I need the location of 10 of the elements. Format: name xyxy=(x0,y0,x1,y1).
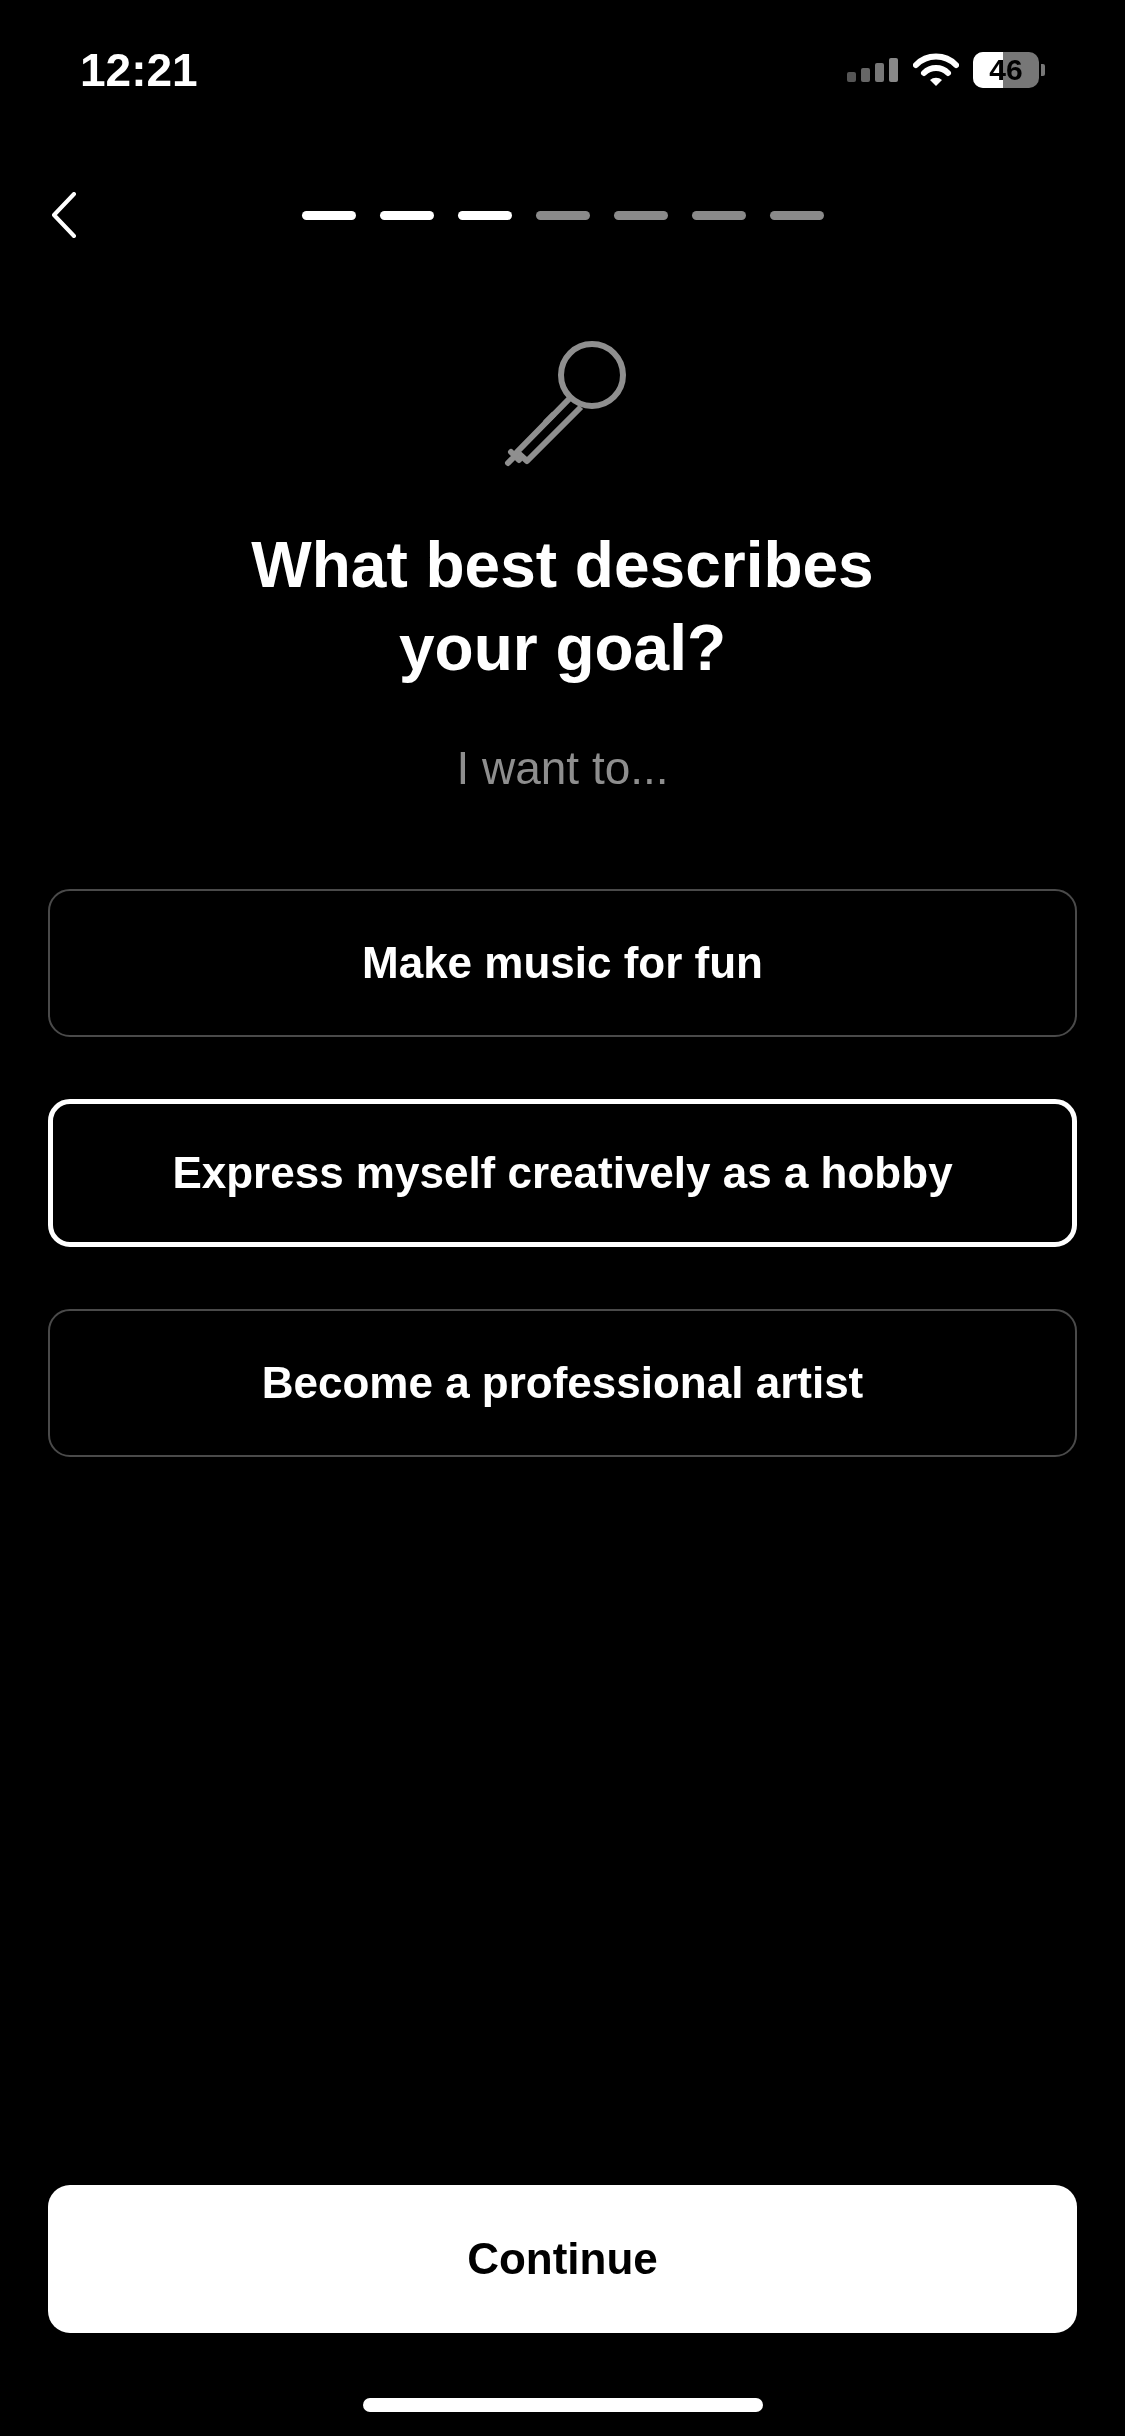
question-title: What best describes your goal? xyxy=(250,528,875,687)
option-button[interactable]: Become a professional artist xyxy=(48,1309,1077,1458)
option-button[interactable]: Express myself creatively as a hobby xyxy=(48,1099,1077,1248)
status-time: 12:21 xyxy=(80,42,198,98)
subtitle: I want to... xyxy=(455,741,670,797)
chevron-left-icon xyxy=(51,192,77,238)
option-button[interactable]: Make music for fun xyxy=(48,889,1077,1038)
signal-icon xyxy=(847,58,899,82)
wifi-icon xyxy=(913,53,959,87)
continue-button[interactable]: Continue xyxy=(48,2185,1077,2333)
